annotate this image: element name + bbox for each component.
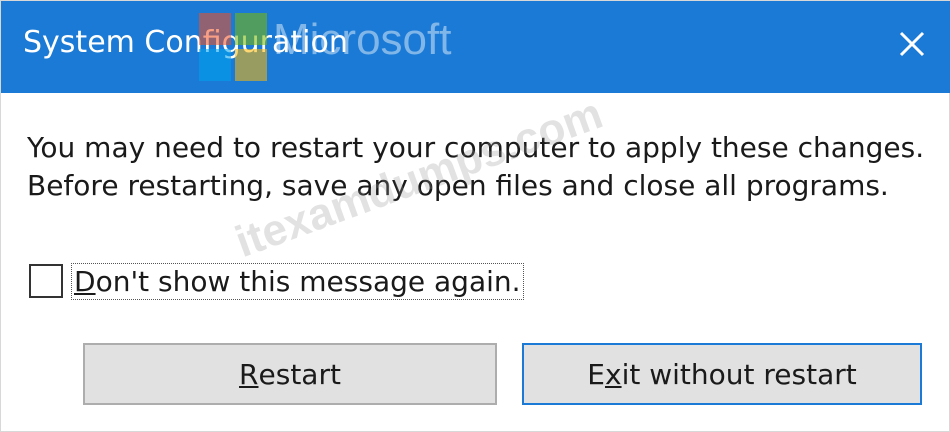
restart-mnemonic: R [239,357,259,391]
exit-label-prefix: E [587,357,605,391]
title-bar[interactable]: System Configuration Microsoft [1,1,950,93]
dont-show-again-option[interactable]: Don't show this message again. [29,259,524,303]
system-configuration-dialog: System Configuration Microsoft You may n… [0,0,950,432]
dont-show-again-checkbox[interactable] [29,264,63,298]
microsoft-logo-watermark [199,13,267,81]
brand-watermark: Microsoft [273,15,452,64]
dont-show-again-label[interactable]: Don't show this message again. [71,262,524,300]
exit-mnemonic: x [604,357,622,391]
restart-button[interactable]: Restart [83,343,497,405]
label-rest: on't show this message again. [95,264,521,298]
exit-without-restart-button[interactable]: Ex it without restart [522,343,922,405]
label-mnemonic: D [74,264,96,298]
exit-label-rest: it without restart [621,357,857,391]
close-icon [899,31,925,57]
close-button[interactable] [887,19,937,69]
restart-label-rest: estart [258,357,341,391]
